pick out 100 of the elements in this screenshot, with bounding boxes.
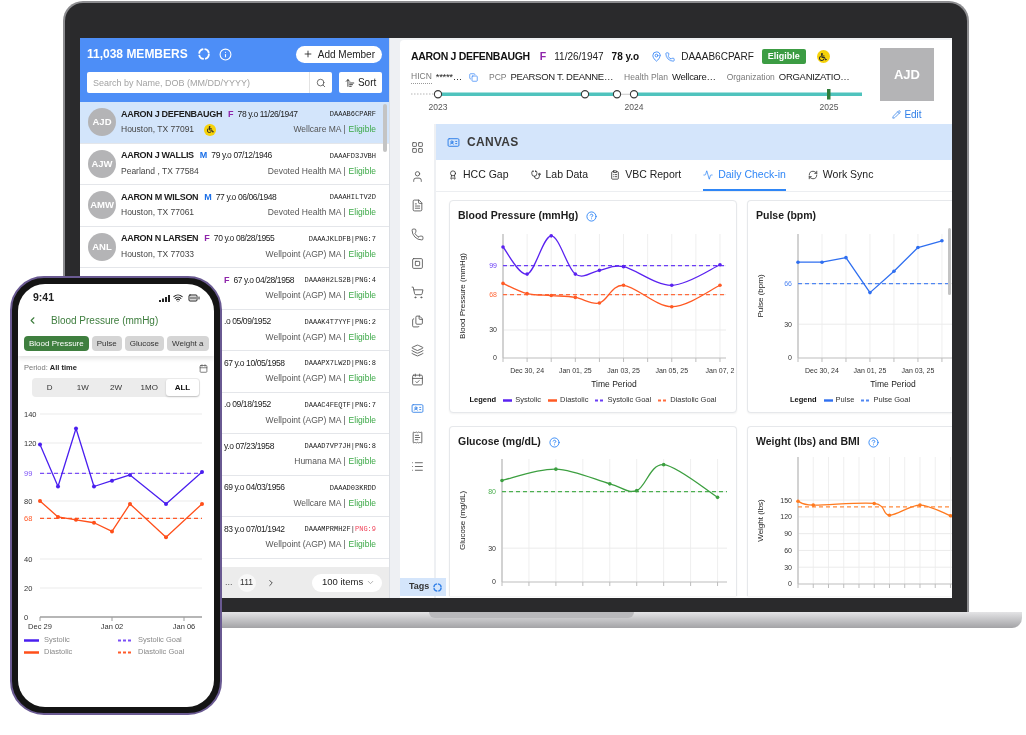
document-icon[interactable] — [410, 199, 424, 212]
field-label: PCP — [488, 70, 507, 84]
data-point — [820, 260, 824, 264]
age-and-birth-date: y.o 07/23/1958 — [224, 439, 274, 453]
health-plan: Wellpoint (AGP) MA | — [265, 330, 346, 344]
eligibility-status: Eligible — [348, 330, 376, 344]
loading-ring-icon[interactable] — [197, 48, 210, 60]
grid-icon[interactable] — [410, 141, 424, 154]
edit-link[interactable]: Edit — [892, 107, 922, 122]
range-option[interactable]: 1MO — [132, 379, 166, 396]
age-and-birth-date: 67 y.o 04/28/1958 — [233, 273, 295, 287]
help-icon[interactable] — [867, 436, 879, 448]
member-location: Houston, TX 77033 — [121, 247, 195, 261]
filter-chip[interactable]: Blood Pressure — [24, 336, 89, 351]
legend-swatch-icon — [24, 650, 39, 654]
members-count-title: 11,038 MEMBERS — [87, 46, 188, 63]
data-point — [573, 272, 578, 276]
age-and-birth-date: .o 05/09/1952 — [224, 315, 271, 329]
x-axis-title: Time Period — [870, 379, 916, 389]
canvas-title: CANVAS — [467, 134, 519, 151]
layers-icon[interactable] — [410, 344, 424, 357]
filter-chip[interactable]: Weight a — [167, 336, 209, 351]
y-axis-title: Weight (lbs) — [756, 499, 766, 542]
cart-icon[interactable] — [410, 286, 424, 299]
age-and-birth-date: 70 y.o 08/28/1955 — [213, 232, 275, 246]
data-point — [128, 501, 132, 506]
field-label: Health Plan — [624, 70, 669, 84]
help-icon[interactable] — [586, 210, 598, 222]
calendar-check-icon[interactable] — [410, 373, 424, 386]
data-point — [892, 269, 896, 273]
tab[interactable]: Daily Check-in — [703, 160, 786, 191]
data-point — [621, 283, 626, 288]
data-point — [634, 488, 639, 493]
data-point — [718, 283, 722, 288]
search-button[interactable] — [309, 72, 333, 93]
scrollbar[interactable] — [383, 104, 387, 152]
sex-label: F — [224, 273, 230, 287]
data-point — [621, 264, 626, 269]
range-option[interactable]: 1W — [66, 379, 100, 396]
legend-swatch-icon — [658, 398, 668, 402]
data-point — [872, 501, 877, 506]
data-point — [525, 291, 529, 296]
data-point — [573, 295, 578, 300]
tab[interactable]: Lab Data — [530, 160, 589, 191]
page-size-select[interactable]: 100 items — [312, 573, 382, 592]
tab[interactable]: Work Sync — [807, 160, 874, 191]
data-point — [868, 290, 872, 295]
filter-chip[interactable]: Glucose — [124, 336, 165, 351]
member-name: AARON M WILSON — [121, 190, 199, 204]
phone-icon[interactable] — [665, 51, 676, 62]
search-field[interactable]: Search by Name, DOB (MM/DD/YYYY) — [87, 72, 310, 93]
timeline-node-icon — [612, 90, 622, 99]
data-point — [940, 238, 944, 243]
tags-button[interactable]: Tags — [400, 578, 446, 596]
page-button[interactable]: 111 — [237, 573, 256, 592]
y-axis-title: Pulse (bpm) — [756, 274, 766, 318]
health-plan: Humana MA | — [294, 455, 346, 469]
eligibility-status: Eligible — [348, 206, 376, 220]
age-and-birth-date: 78 y.o 11/26/1947 — [237, 107, 298, 121]
range-option[interactable]: 2W — [99, 379, 133, 396]
tab[interactable]: VBC Report — [610, 160, 682, 191]
user-icon[interactable] — [410, 170, 424, 183]
status-time: 9:41 — [33, 290, 54, 306]
range-option[interactable]: ALL — [165, 379, 199, 396]
sex-label: F — [539, 48, 547, 64]
id-card-icon[interactable] — [410, 402, 424, 415]
help-icon[interactable] — [548, 436, 560, 448]
sex-label: M — [199, 149, 208, 162]
sort-button[interactable]: Sort — [339, 72, 382, 93]
eligibility-status: Eligible — [348, 372, 376, 386]
legend-swatch-icon — [503, 398, 513, 402]
data-point — [164, 535, 168, 540]
info-icon[interactable] — [218, 47, 232, 61]
receipt-icon[interactable] — [410, 431, 424, 444]
files-icon[interactable] — [410, 315, 424, 328]
calendar-icon[interactable] — [199, 363, 208, 373]
add-member-button[interactable]: Add Member — [295, 45, 382, 63]
data-point — [916, 245, 920, 250]
tab[interactable]: HCC Gap — [448, 160, 509, 191]
sex-label: F — [204, 232, 210, 245]
plus-icon — [302, 49, 313, 59]
location-pin-icon[interactable] — [651, 51, 663, 62]
member-location: Houston, TX 77061 — [121, 206, 195, 220]
eligibility-status: Eligible — [348, 413, 376, 427]
health-plan: Wellpoint (AGP) MA | — [265, 289, 346, 303]
list-icon[interactable] — [410, 460, 424, 473]
framed-square-icon[interactable] — [410, 257, 424, 270]
chart-title: Pulse (bpm) — [756, 208, 817, 224]
battery-icon — [186, 292, 202, 304]
filter-chip[interactable]: Pulse — [91, 336, 122, 351]
data-point — [887, 513, 892, 517]
health-plan: Wellpoint (AGP) MA | — [265, 538, 346, 552]
scrollbar[interactable] — [948, 228, 951, 295]
birth-date: 11/26/1947 — [554, 50, 604, 64]
legend-swatch-icon — [595, 398, 605, 402]
member-location: Pearland , TX 77584 — [121, 164, 199, 178]
range-option[interactable]: D — [33, 379, 67, 396]
member-name: AARON N LARSEN — [121, 232, 199, 245]
phone-icon[interactable] — [410, 228, 424, 241]
stethoscope-icon — [530, 169, 541, 180]
